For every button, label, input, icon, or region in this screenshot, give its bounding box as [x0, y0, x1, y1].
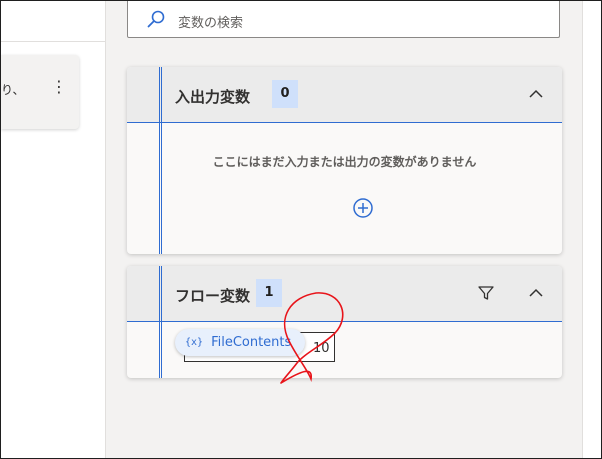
flow-variables-header[interactable]: フロー変数 1 [127, 266, 562, 322]
variable-value-fragment: 10 [313, 341, 330, 356]
variable-icon: {x} [185, 337, 204, 348]
io-variables-header[interactable]: 入出力変数 0 [127, 67, 562, 123]
window-frame: り、 ⋮ 変数の検索 入出力変数 0 ここにはまだ入力または出力の変数がありませ… [0, 0, 602, 459]
variables-pane: 変数の検索 入出力変数 0 ここにはまだ入力または出力の変数がありません フロー [106, 1, 582, 458]
section-accent-line [159, 266, 162, 378]
variable-chip-filecontents[interactable]: {x} FileContents [175, 329, 306, 356]
flow-variables-title: フロー変数 [175, 287, 251, 305]
io-empty-message: ここにはまだ入力または出力の変数がありません [212, 155, 477, 169]
pane-scroll-strip [582, 1, 601, 458]
action-card-text: り、 [1, 83, 25, 97]
chevron-up-icon[interactable] [527, 85, 545, 103]
io-variables-title: 入出力変数 [175, 88, 251, 106]
io-variables-section: 入出力変数 0 ここにはまだ入力または出力の変数がありません [127, 67, 562, 254]
variable-search-box[interactable]: 変数の検索 [127, 1, 560, 38]
flow-variables-section: フロー変数 1 10 {x} FileContents [127, 266, 562, 378]
flow-canvas: り、 ⋮ [1, 1, 106, 458]
add-circle-icon[interactable] [352, 197, 374, 219]
variable-name: FileContents [211, 335, 292, 350]
search-icon [147, 10, 165, 28]
chevron-up-icon[interactable] [527, 284, 545, 302]
search-placeholder: 変数の検索 [178, 16, 244, 31]
filter-icon[interactable] [477, 284, 495, 302]
io-variables-count-badge: 0 [272, 80, 298, 108]
more-vertical-icon[interactable]: ⋮ [51, 79, 67, 95]
action-card[interactable]: り、 ⋮ [1, 55, 79, 129]
canvas-divider [1, 41, 105, 42]
flow-variables-count-badge: 1 [256, 279, 282, 307]
